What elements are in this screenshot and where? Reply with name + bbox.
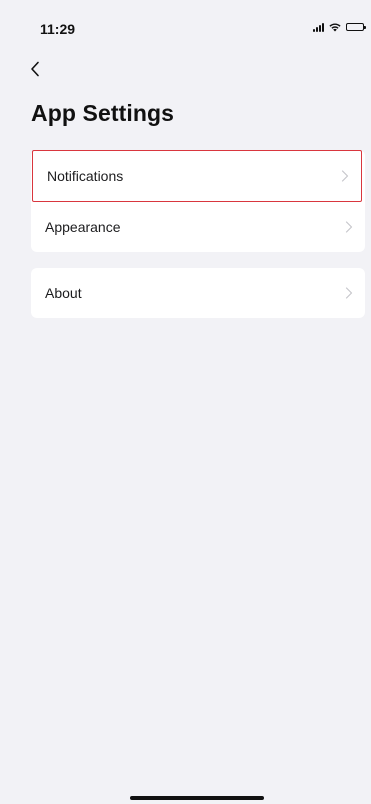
settings-row-label: Notifications	[47, 168, 124, 184]
settings-group-general: Notifications Appearance	[31, 150, 365, 252]
chevron-right-icon	[345, 220, 353, 233]
chevron-right-icon	[341, 170, 349, 182]
battery-icon	[346, 23, 366, 31]
settings-group-about: About	[31, 268, 365, 318]
status-time: 11:29	[40, 21, 76, 37]
status-icons	[313, 22, 366, 32]
page-title: App Settings	[31, 100, 175, 126]
wifi-icon	[329, 23, 341, 32]
settings-row-notifications[interactable]: Notifications	[32, 150, 362, 202]
back-button[interactable]	[30, 56, 52, 82]
settings-row-label: About	[45, 285, 82, 301]
settings-row-about[interactable]: About	[31, 268, 365, 318]
settings-row-appearance[interactable]: Appearance	[31, 201, 365, 252]
app-settings-screen: 11:29 App Settings Notifications Appeara…	[0, 0, 371, 804]
cellular-signal-icon	[313, 22, 324, 32]
status-bar: 11:29	[0, 0, 371, 44]
chevron-right-icon	[345, 287, 353, 299]
chevron-left-icon	[31, 61, 39, 77]
settings-row-label: Appearance	[45, 218, 121, 235]
home-indicator[interactable]	[130, 796, 264, 800]
